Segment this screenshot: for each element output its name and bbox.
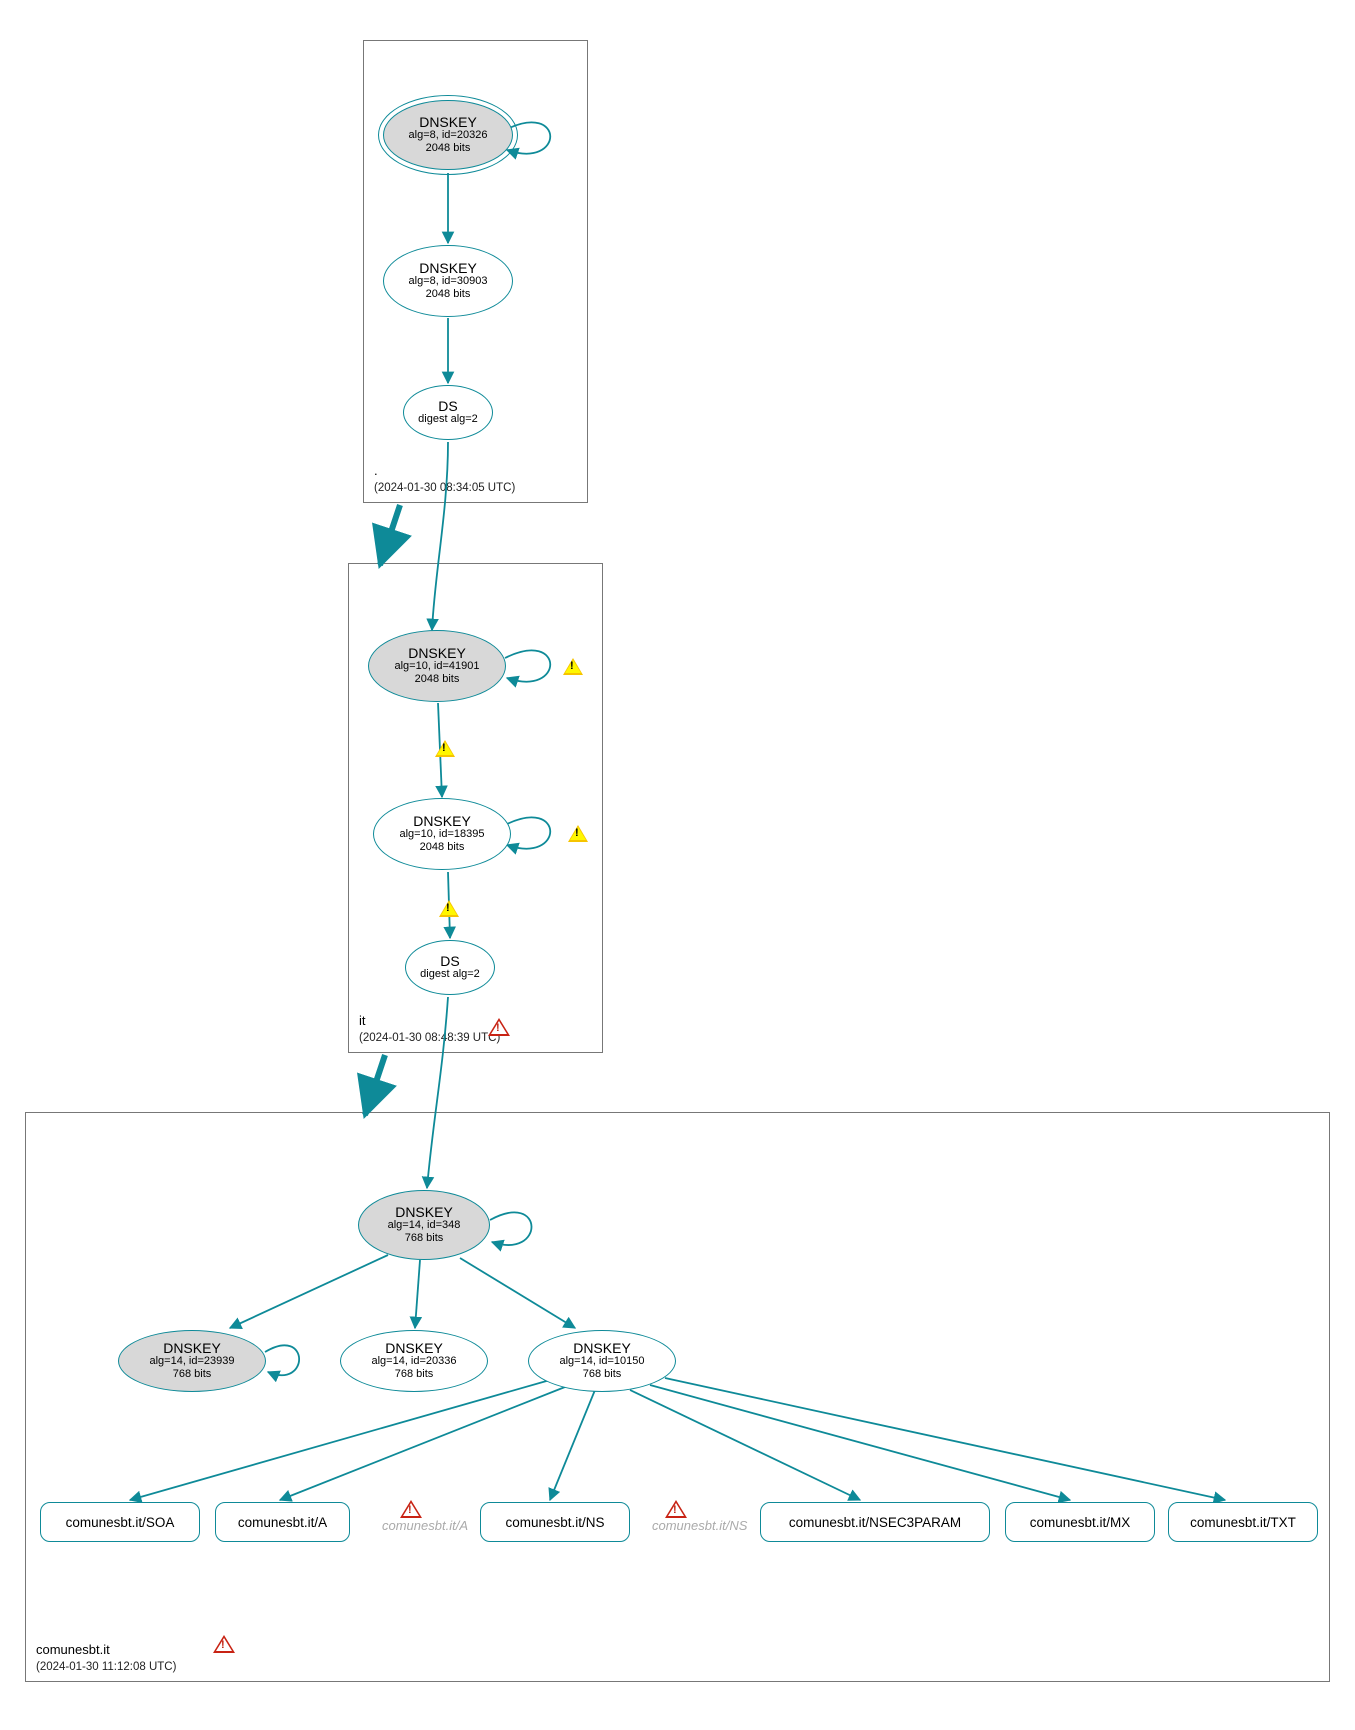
- warning-icon: [568, 825, 588, 842]
- phantom-a: comunesbt.it/A: [382, 1518, 468, 1533]
- rr-a: comunesbt.it/A: [215, 1502, 350, 1542]
- rr-ns: comunesbt.it/NS: [480, 1502, 630, 1542]
- node-leaf-k4: DNSKEY alg=14, id=10150 768 bits: [528, 1330, 676, 1392]
- dnssec-diagram: . (2024-01-30 08:34:05 UTC) it (2024-01-…: [10, 10, 1345, 1720]
- node-it-ksk: DNSKEY alg=10, id=41901 2048 bits: [368, 630, 506, 702]
- node-root-ksk: DNSKEY alg=8, id=20326 2048 bits: [383, 100, 513, 170]
- node-root-ds: DS digest alg=2: [403, 385, 493, 440]
- error-icon: [213, 1635, 235, 1653]
- error-icon: [665, 1500, 687, 1518]
- rr-nsec: comunesbt.it/NSEC3PARAM: [760, 1502, 990, 1542]
- error-icon: [488, 1018, 510, 1036]
- node-leaf-ksk: DNSKEY alg=14, id=348 768 bits: [358, 1190, 490, 1260]
- warning-icon: [439, 900, 459, 917]
- edges: [10, 10, 1345, 1720]
- rr-soa: comunesbt.it/SOA: [40, 1502, 200, 1542]
- error-icon: [400, 1500, 422, 1518]
- warning-icon: [563, 658, 583, 675]
- node-leaf-k3: DNSKEY alg=14, id=20336 768 bits: [340, 1330, 488, 1392]
- phantom-ns: comunesbt.it/NS: [652, 1518, 747, 1533]
- rr-mx: comunesbt.it/MX: [1005, 1502, 1155, 1542]
- warning-icon: [435, 740, 455, 757]
- node-root-zsk: DNSKEY alg=8, id=30903 2048 bits: [383, 245, 513, 317]
- node-it-zsk: DNSKEY alg=10, id=18395 2048 bits: [373, 798, 511, 870]
- rr-txt: comunesbt.it/TXT: [1168, 1502, 1318, 1542]
- node-it-ds: DS digest alg=2: [405, 940, 495, 995]
- node-leaf-k2: DNSKEY alg=14, id=23939 768 bits: [118, 1330, 266, 1392]
